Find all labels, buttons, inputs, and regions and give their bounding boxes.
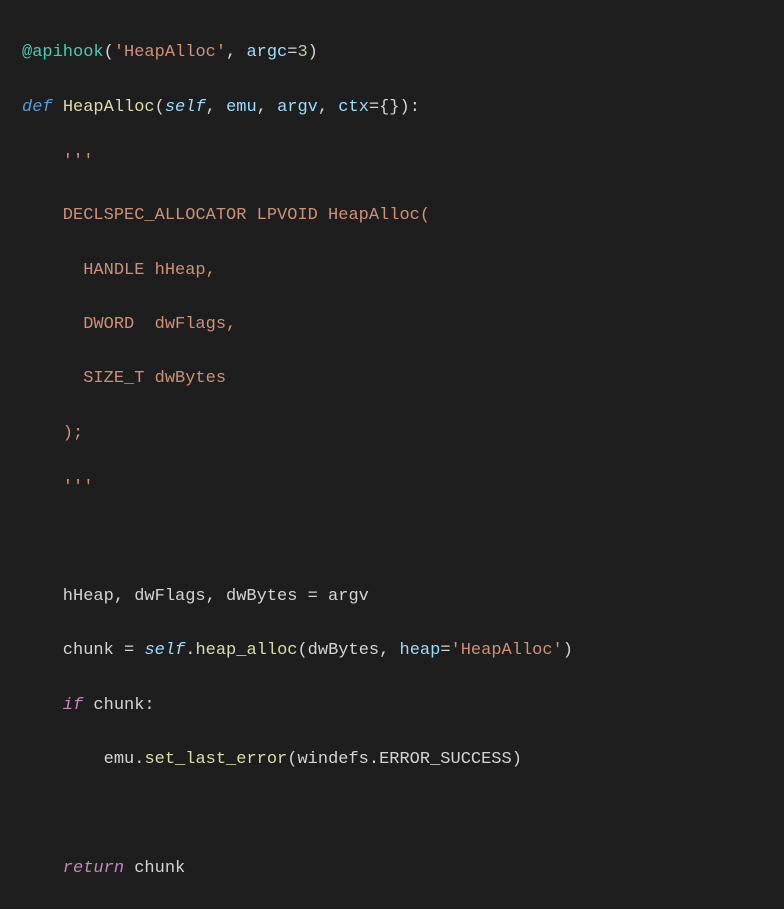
obj: emu. xyxy=(104,750,145,769)
tuple-unpack: hHeap, dwFlags, dwBytes xyxy=(22,587,308,606)
if-keyword: if xyxy=(22,696,83,715)
code-line: HANDLE hHeap, xyxy=(22,257,784,284)
param: argv xyxy=(277,98,318,117)
string-literal: 'HeapAlloc' xyxy=(451,641,563,660)
code-line: def HeapAlloc(self, emu, argv, ctx={}): xyxy=(22,94,784,121)
dot: . xyxy=(185,641,195,660)
paren-close: ) xyxy=(563,641,573,660)
equals: = xyxy=(440,641,450,660)
self-ref: self xyxy=(144,641,185,660)
comma: , xyxy=(257,98,277,117)
return-value: chunk xyxy=(124,859,185,878)
comma: , xyxy=(318,98,338,117)
docstring: ); xyxy=(22,424,83,443)
code-line: @apihook('HeapAlloc', argc=3) xyxy=(22,39,784,66)
code-line: DECLSPEC_ALLOCATOR LPVOID HeapAlloc( xyxy=(22,202,784,229)
docstring: DECLSPEC_ALLOCATOR LPVOID HeapAlloc( xyxy=(22,206,430,225)
code-line: chunk = self.heap_alloc(dwBytes, heap='H… xyxy=(22,637,784,664)
equals: = xyxy=(308,587,318,606)
var-name: chunk xyxy=(22,641,124,660)
code-line: return chunk xyxy=(22,855,784,882)
docstring: DWORD dwFlags, xyxy=(22,315,236,334)
call-args: (windefs.ERROR_SUCCESS) xyxy=(287,750,522,769)
return-keyword: return xyxy=(22,859,124,878)
self-param: self xyxy=(165,98,206,117)
param: ctx xyxy=(338,98,369,117)
braces: {} xyxy=(379,98,399,117)
function-name: HeapAlloc xyxy=(63,98,155,117)
space xyxy=(134,641,144,660)
docstring-quote: ''' xyxy=(22,478,93,497)
comma: , xyxy=(206,98,226,117)
equals: = xyxy=(124,641,134,660)
decorator-name: @apihook xyxy=(22,43,104,62)
method-name: set_last_error xyxy=(144,750,287,769)
blank-line xyxy=(22,800,784,827)
paren-close: ) xyxy=(308,43,318,62)
code-line: DWORD dwFlags, xyxy=(22,311,784,338)
paren-open: ( xyxy=(155,98,165,117)
code-line: if chunk: xyxy=(22,692,784,719)
code-line: ''' xyxy=(22,148,784,175)
comma: , xyxy=(226,43,246,62)
kwarg-name: heap xyxy=(400,641,441,660)
condition: chunk: xyxy=(83,696,154,715)
rhs: argv xyxy=(318,587,369,606)
number: 3 xyxy=(297,43,307,62)
blank-line xyxy=(22,529,784,556)
equals: = xyxy=(369,98,379,117)
code-line: ''' xyxy=(22,474,784,501)
code-line: SIZE_T dwBytes xyxy=(22,365,784,392)
def-keyword: def xyxy=(22,98,63,117)
code-line: emu.set_last_error(windefs.ERROR_SUCCESS… xyxy=(22,746,784,773)
docstring: SIZE_T dwBytes xyxy=(22,369,226,388)
param: emu xyxy=(226,98,257,117)
code-line: ); xyxy=(22,420,784,447)
kwarg-name: argc xyxy=(246,43,287,62)
method-name: heap_alloc xyxy=(195,641,297,660)
args: (dwBytes, xyxy=(297,641,399,660)
paren-open: ( xyxy=(104,43,114,62)
docstring-quote: ''' xyxy=(22,152,93,171)
equals: = xyxy=(287,43,297,62)
docstring: HANDLE hHeap, xyxy=(22,261,216,280)
indent xyxy=(22,750,104,769)
paren-close: ) xyxy=(400,98,410,117)
string-literal: 'HeapAlloc' xyxy=(114,43,226,62)
code-line: hHeap, dwFlags, dwBytes = argv xyxy=(22,583,784,610)
colon: : xyxy=(410,98,420,117)
code-block: @apihook('HeapAlloc', argc=3) def HeapAl… xyxy=(0,12,784,909)
